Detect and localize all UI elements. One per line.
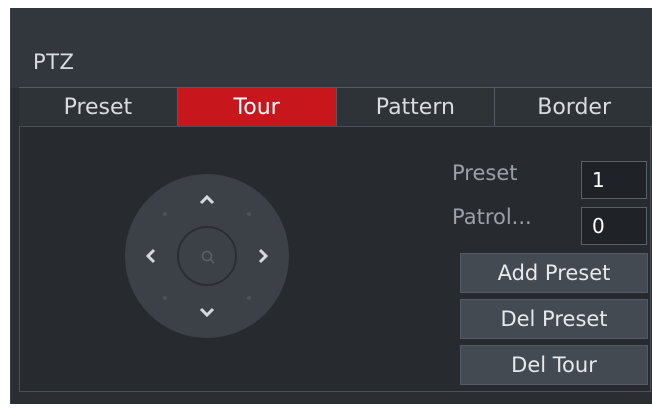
diagonal-dot [163,212,167,216]
diagonal-dot [163,296,167,300]
tour-panel: Preset 1 Patrol... 0 Add Preset Del Pres… [19,126,651,392]
chevron-up-icon[interactable] [197,190,217,210]
diagonal-dot [247,212,251,216]
ptz-window: PTZ Preset Tour Pattern Border Preset 1 … [10,8,652,404]
tab-bar: Preset Tour Pattern Border [19,87,652,127]
chevron-down-icon[interactable] [197,302,217,322]
tab-preset[interactable]: Preset [19,88,178,126]
preset-label: Preset [452,161,518,185]
zoom-button[interactable] [177,226,237,286]
patrol-label: Patrol... [452,205,532,229]
window-title: PTZ [33,50,75,74]
ptz-joystick[interactable] [125,174,289,338]
add-preset-button[interactable]: Add Preset [460,253,648,293]
patrol-input[interactable]: 0 [581,207,647,245]
tab-border[interactable]: Border [495,88,652,126]
tab-tour[interactable]: Tour [177,88,337,126]
chevron-left-icon[interactable] [141,246,161,266]
del-preset-button[interactable]: Del Preset [460,299,648,339]
title-bar: PTZ [11,8,652,88]
tab-pattern[interactable]: Pattern [337,88,496,126]
chevron-right-icon[interactable] [253,246,273,266]
del-tour-button[interactable]: Del Tour [460,345,648,385]
zoom-icon [201,250,215,264]
preset-input[interactable]: 1 [581,161,647,199]
diagonal-dot [247,296,251,300]
